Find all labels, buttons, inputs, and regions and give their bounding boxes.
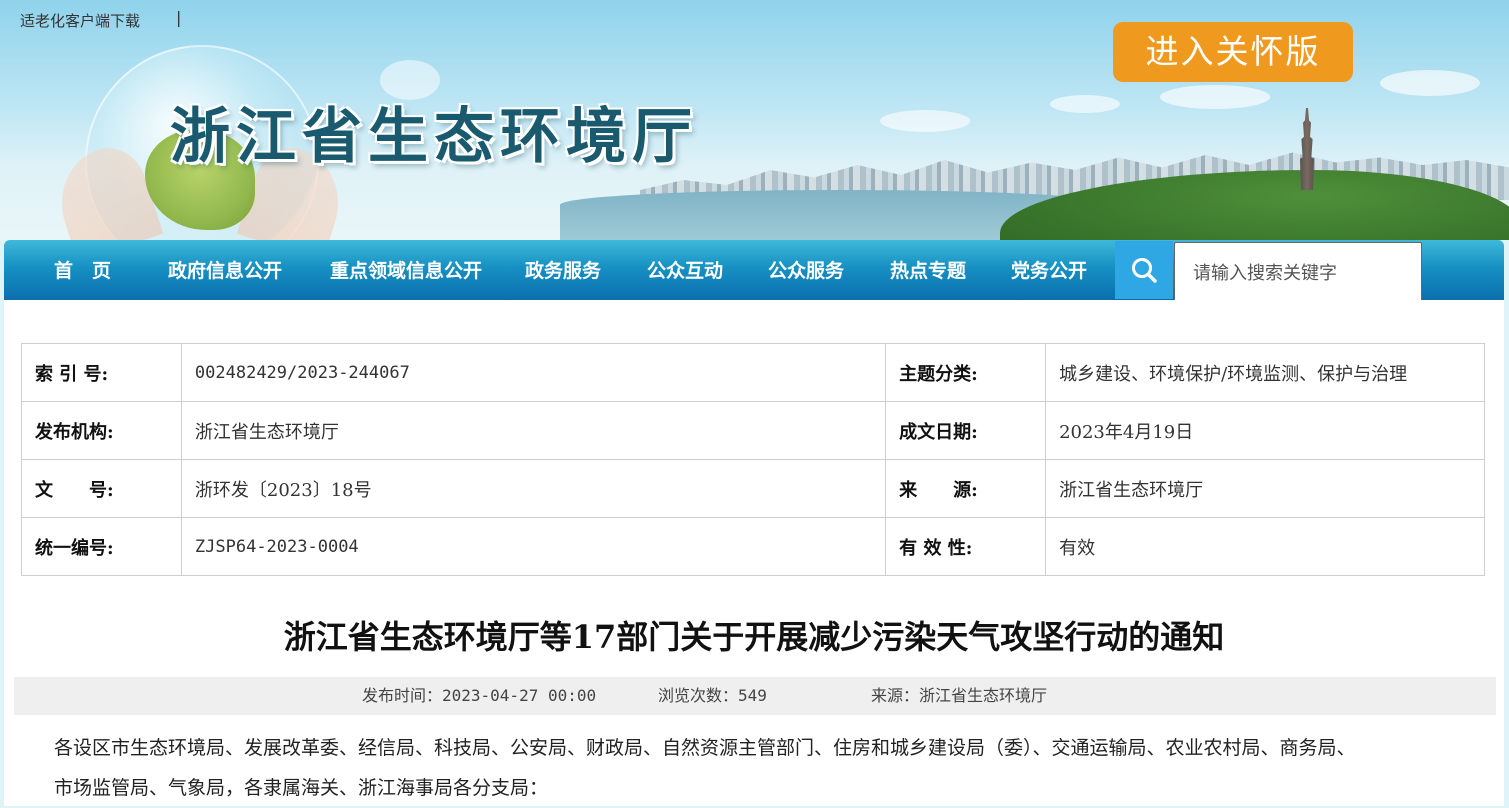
meta-value-validity: 有效 — [1045, 517, 1485, 576]
meta-label-doc-number: 文 号: — [21, 459, 182, 518]
meta-label-topic: 主题分类: — [885, 343, 1047, 402]
meta-value-index-number: 002482429/2023-244067 — [180, 343, 887, 402]
table-row: 发布机构: 浙江省生态环境厅 成文日期: 2023年4月19日 — [21, 401, 1485, 460]
search-button[interactable] — [1115, 241, 1173, 299]
meta-label-validity: 有 效 性: — [885, 517, 1047, 576]
search-icon — [1132, 258, 1157, 283]
meta-label-unified-number: 统一编号: — [21, 517, 182, 576]
content-area: 索 引 号: 002482429/2023-244067 主题分类: 城乡建设、… — [4, 300, 1504, 806]
meta-value-topic: 城乡建设、环境保护/环境监测、保护与治理 — [1045, 343, 1485, 402]
article-source: 来源：浙江省生态环境厅 — [871, 686, 1048, 705]
meta-value-written-date: 2023年4月19日 — [1045, 401, 1485, 460]
publish-time: 发布时间：2023-04-27 00:00 — [362, 686, 597, 705]
cloud-decoration — [1050, 95, 1120, 113]
nav-item-gov-info[interactable]: 政府信息公开 — [168, 240, 282, 300]
nav-item-home[interactable]: 首 页 — [54, 240, 111, 300]
nav-item-public-services[interactable]: 公众服务 — [768, 240, 844, 300]
nav-item-hot-topics[interactable]: 热点专题 — [890, 240, 966, 300]
nav-item-gov-services[interactable]: 政务服务 — [525, 240, 601, 300]
meta-label-issuer: 发布机构: — [21, 401, 182, 460]
nav-item-party-affairs[interactable]: 党务公开 — [1011, 240, 1087, 300]
table-row: 文 号: 浙环发〔2023〕18号 来 源: 浙江省生态环境厅 — [21, 459, 1485, 518]
cloud-decoration — [880, 110, 970, 132]
meta-value-issuer: 浙江省生态环境厅 — [180, 401, 887, 460]
article-title: 浙江省生态环境厅等17部门关于开展减少污染天气攻坚行动的通知 — [283, 618, 1225, 656]
meta-label-index-number: 索 引 号: — [21, 343, 182, 402]
site-title: 浙江省生态环境厅 — [170, 102, 698, 172]
nav-item-key-areas[interactable]: 重点领域信息公开 — [330, 240, 482, 300]
cloud-decoration — [1380, 70, 1480, 96]
meta-label-written-date: 成文日期: — [885, 401, 1047, 460]
article-body: 各设区市生态环境局、发展改革委、经信局、科技局、公安局、财政局、自然资源主管部门… — [54, 737, 1356, 799]
header-separator: | — [176, 8, 182, 27]
view-count: 浏览次数：549 — [658, 686, 767, 705]
meta-value-unified-number: ZJSP64-2023-0004 — [180, 517, 887, 576]
meta-value-doc-number: 浙环发〔2023〕18号 — [180, 459, 887, 518]
table-row: 索 引 号: 002482429/2023-244067 主题分类: 城乡建设、… — [21, 343, 1485, 402]
meta-value-source: 浙江省生态环境厅 — [1045, 459, 1485, 518]
care-version-button[interactable]: 进入关怀版 — [1113, 22, 1353, 82]
search-input[interactable] — [1174, 242, 1422, 304]
meta-label-source: 来 源: — [885, 459, 1047, 518]
article-info-bar: 发布时间：2023-04-27 00:00 浏览次数：549 来源：浙江省生态环… — [14, 677, 1496, 715]
nav-item-public-interaction[interactable]: 公众互动 — [647, 240, 723, 300]
cloud-decoration — [1160, 85, 1270, 109]
document-meta-table: 索 引 号: 002482429/2023-244067 主题分类: 城乡建设、… — [21, 343, 1485, 576]
elder-client-download-link[interactable]: 适老化客户端下载 — [20, 10, 140, 31]
table-row: 统一编号: ZJSP64-2023-0004 有 效 性: 有效 — [21, 517, 1485, 576]
